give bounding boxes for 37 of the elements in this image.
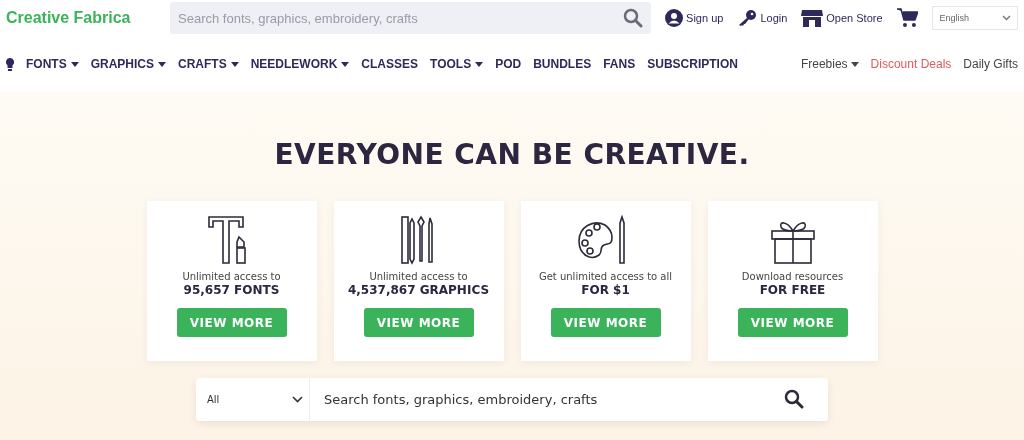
cart-icon[interactable] — [896, 8, 919, 28]
nav-link[interactable]: GRAPHICS — [90, 57, 166, 71]
card-highlight: FOR FREE — [759, 283, 826, 297]
store-icon — [801, 9, 824, 27]
card-text: Unlimited access to — [369, 271, 468, 282]
nav-link[interactable]: CLASSES — [361, 57, 419, 71]
nav-link[interactable]: Freebies — [800, 57, 859, 71]
nav-link[interactable]: FONTS — [26, 57, 79, 71]
card-highlight: FOR $1 — [581, 283, 630, 297]
chevron-icon — [292, 396, 303, 403]
nav-link[interactable]: POD — [495, 57, 522, 71]
nav-link[interactable]: NEEDLEWORK — [250, 57, 350, 71]
nav-link[interactable]: FANS — [603, 57, 636, 71]
nav-link[interactable]: Daily Gifts — [963, 57, 1018, 71]
key-icon — [737, 9, 758, 27]
search-icon[interactable] — [784, 389, 804, 409]
card-text: Unlimited access to — [182, 271, 281, 282]
chevron-icon — [1002, 15, 1011, 21]
nav-link[interactable]: CRAFTS — [178, 57, 239, 71]
header-link[interactable]: Login — [737, 9, 788, 27]
hero-title: EVERYONE CAN BE CREATIVE. — [274, 138, 750, 171]
search-bar[interactable]: All Search fonts, graphics, embroidery, crafts — [196, 378, 828, 421]
lightbulb-icon[interactable] — [6, 57, 14, 71]
card-text: Download resources — [741, 271, 844, 282]
nav-link[interactable]: Discount Deals — [870, 57, 952, 71]
language-select[interactable]: English — [932, 6, 1018, 30]
search-field[interactable]: Search fonts, graphics, embroidery, crafts — [170, 2, 652, 34]
header-link[interactable]: Open Store — [801, 9, 883, 27]
card-text: Get unlimited access to all — [538, 271, 673, 282]
nav-link[interactable]: BUNDLES — [533, 57, 592, 71]
user-icon — [665, 9, 684, 27]
search-field[interactable]: Search fonts, graphics, embroidery, crafts — [310, 378, 828, 421]
card-highlight: 4,537,867 GRAPHICS — [347, 283, 490, 297]
card-highlight: 95,657 FONTS — [183, 283, 280, 297]
header-link[interactable]: Sign up — [665, 9, 724, 27]
nav-link[interactable]: SUBSCRIPTION — [647, 57, 738, 71]
nav-link[interactable]: TOOLS — [430, 57, 484, 71]
